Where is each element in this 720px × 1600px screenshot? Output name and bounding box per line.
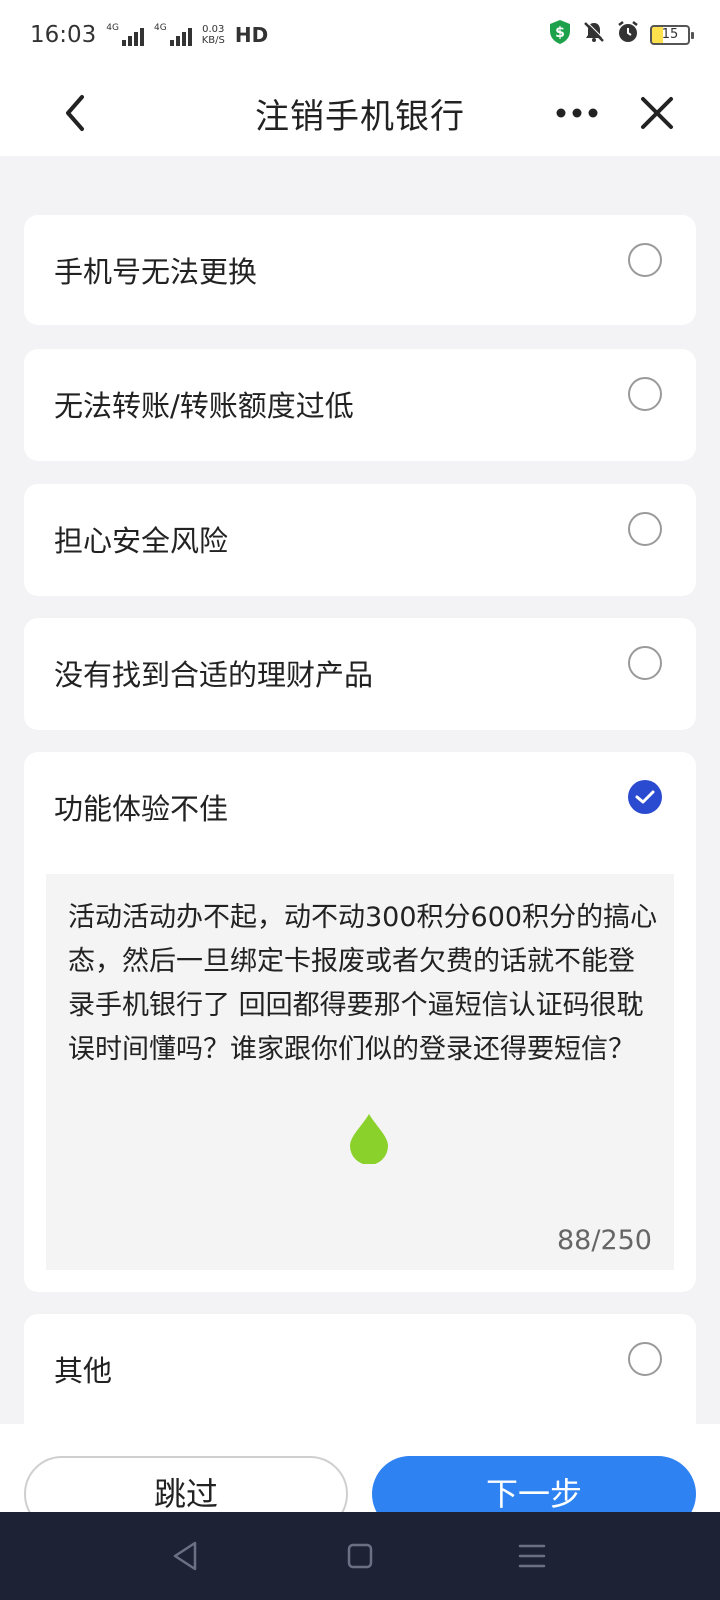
option-label: 其他 <box>54 1354 113 1388</box>
option-card[interactable]: 手机号无法更换 <box>24 215 696 325</box>
option-card[interactable]: 没有找到合适的理财产品 <box>24 618 696 730</box>
status-right: $ 15 <box>548 19 694 51</box>
radio-button[interactable] <box>628 646 662 680</box>
svg-text:$: $ <box>555 25 565 41</box>
system-nav-bar <box>0 1512 720 1600</box>
close-button[interactable] <box>632 88 682 138</box>
text-cursor-handle[interactable] <box>348 1114 390 1168</box>
char-counter: 88/250 <box>557 1225 652 1256</box>
alarm-icon <box>616 20 640 50</box>
radio-button[interactable] <box>628 1342 662 1376</box>
signal-label: 4G <box>106 23 119 33</box>
status-left: 16:03 4G 4G 0.03 KB/S HD <box>30 22 268 48</box>
back-button[interactable] <box>50 88 100 138</box>
battery-icon: 15 <box>650 25 694 45</box>
more-button[interactable] <box>552 88 602 138</box>
option-label: 手机号无法更换 <box>54 255 258 289</box>
option-card[interactable]: 无法转账/转账额度过低 <box>24 349 696 461</box>
option-label: 没有找到合适的理财产品 <box>54 658 374 692</box>
radio-button[interactable] <box>628 512 662 546</box>
speed-value: 0.03 <box>202 24 225 35</box>
option-label: 担心安全风险 <box>54 524 229 558</box>
feedback-text: 活动活动办不起，动不动300积分600积分的搞心态，然后一旦绑定卡报废或者欠费的… <box>68 902 658 1065</box>
menu-recents-icon <box>518 1544 546 1568</box>
radio-button[interactable] <box>628 377 662 411</box>
radio-button-checked[interactable] <box>628 780 662 814</box>
status-time: 16:03 <box>30 22 97 48</box>
shield-icon: $ <box>548 19 572 51</box>
network-speed: 0.03 KB/S <box>202 24 225 46</box>
radio-button[interactable] <box>628 243 662 277</box>
speed-unit: KB/S <box>201 35 225 46</box>
square-home-icon <box>347 1543 373 1569</box>
option-card[interactable]: 其他 <box>24 1314 696 1426</box>
status-bar: 16:03 4G 4G 0.03 KB/S HD $ 15 <box>0 0 720 70</box>
bottom-action-bar: 跳过 下一步 <box>0 1424 720 1532</box>
more-icon <box>556 108 598 118</box>
option-card-expanded[interactable]: 功能体验不佳 活动活动办不起，动不动300积分600积分的搞心态，然后一旦绑定卡… <box>24 752 696 1292</box>
page-title: 注销手机银行 <box>255 96 465 137</box>
back-nav-button[interactable] <box>164 1534 208 1578</box>
triangle-back-icon <box>173 1541 197 1571</box>
feedback-textarea[interactable]: 活动活动办不起，动不动300积分600积分的搞心态，然后一旦绑定卡报废或者欠费的… <box>46 874 674 1270</box>
home-nav-button[interactable] <box>338 1534 382 1578</box>
option-label: 无法转账/转账额度过低 <box>54 389 354 423</box>
checkmark-icon <box>635 790 655 804</box>
recents-nav-button[interactable] <box>510 1534 554 1578</box>
signal-icon: 4G <box>106 24 144 46</box>
option-label: 功能体验不佳 <box>54 792 229 826</box>
hd-indicator: HD <box>234 23 269 47</box>
signal-icon: 4G <box>154 24 192 46</box>
signal-label: 4G <box>154 23 167 33</box>
mute-icon <box>582 20 606 50</box>
nav-bar: 注销手机银行 <box>0 70 720 156</box>
close-icon <box>641 97 673 129</box>
option-card[interactable]: 担心安全风险 <box>24 484 696 596</box>
chevron-left-icon <box>66 95 84 131</box>
